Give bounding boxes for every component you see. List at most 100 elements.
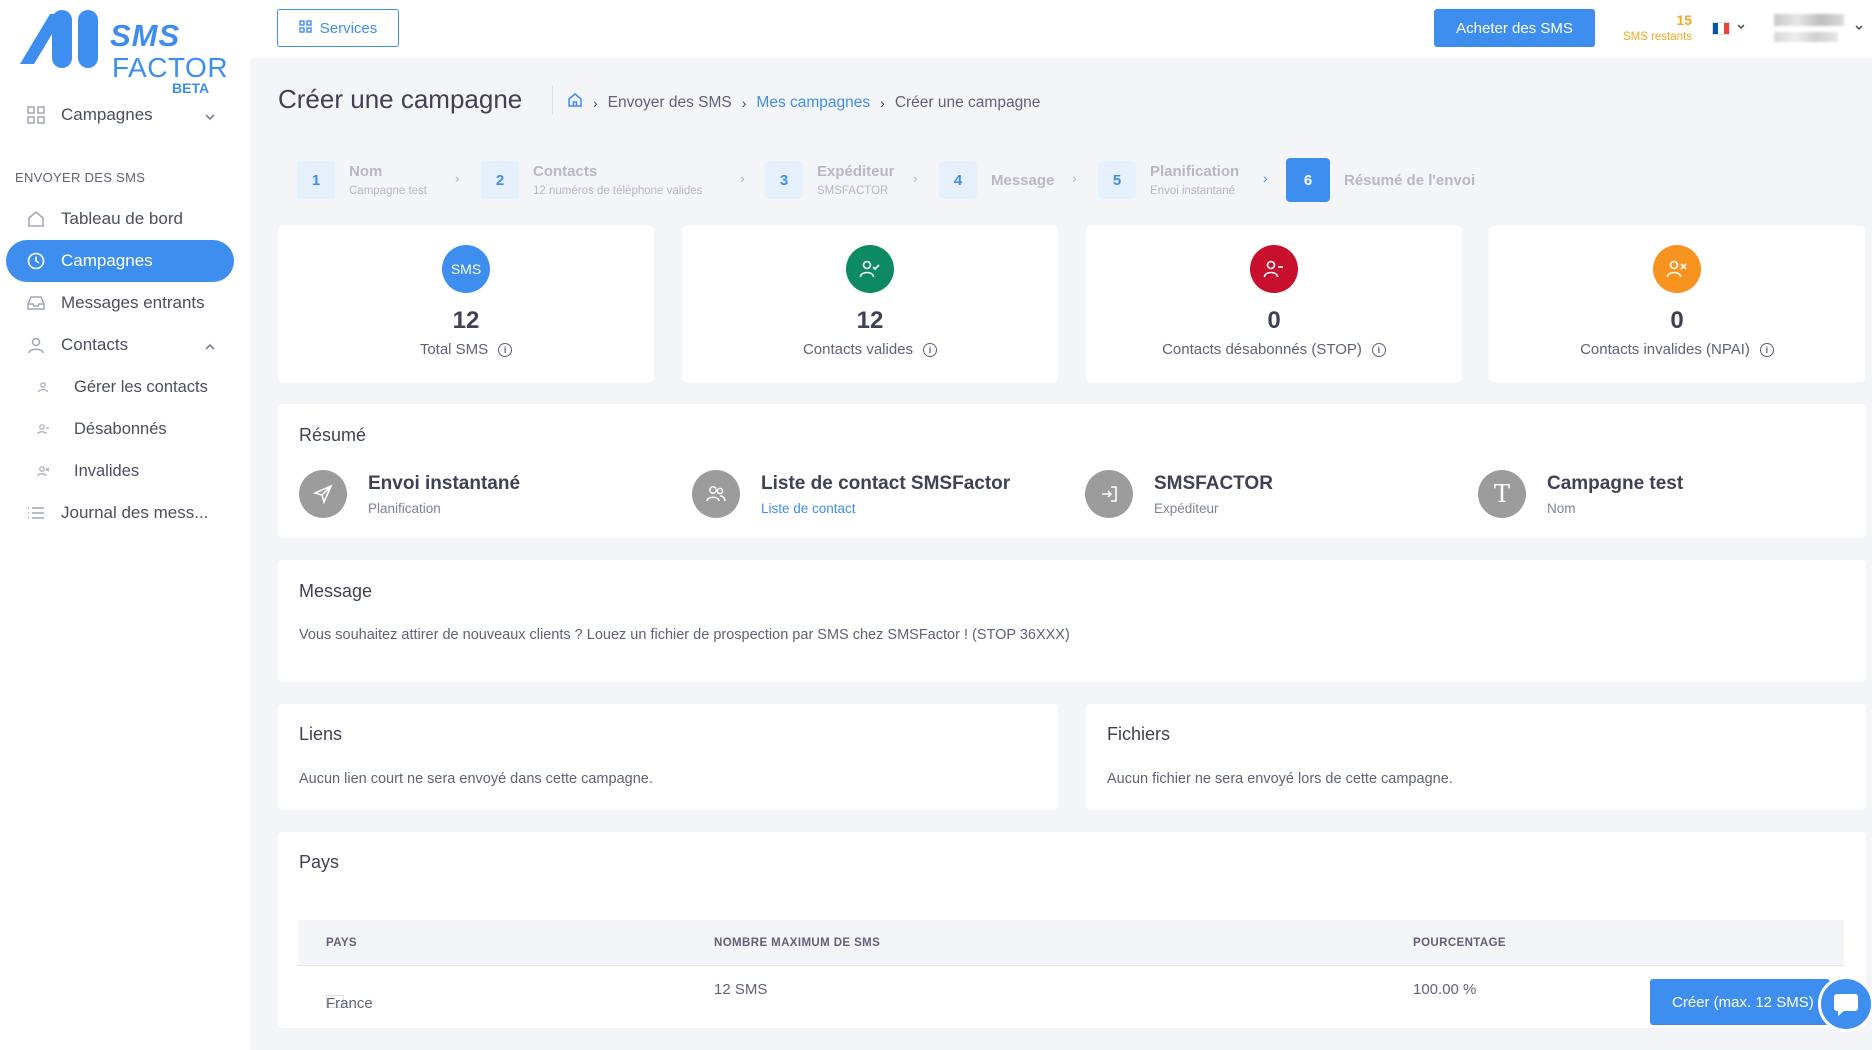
summary-value: Campagne test [1547,472,1684,494]
summary-item-contacts: Liste de contact SMSFactor Liste de cont… [692,470,1010,518]
user-menu[interactable] [1774,14,1844,42]
info-icon[interactable]: i [1759,342,1774,357]
info-icon[interactable]: i [923,342,938,357]
brand-sms: SMS [110,18,181,53]
user-minus-small-icon [36,422,50,436]
chat-icon[interactable] [1818,976,1872,1032]
links-text: Aucun lien court ne sera envoyé dans cet… [299,771,653,787]
grid-icon [26,105,46,125]
contact-list-link[interactable]: Liste de contact [761,501,1010,516]
sidebar-item-campagnes-top[interactable]: Campagnes [6,94,234,136]
step-title: Message [991,171,1055,189]
table-row: France 12 SMS 100.00 % [298,966,1844,1012]
links-card: Liens Aucun lien court ne sera envoyé da… [278,704,1058,810]
chevron-right-icon: › [1263,170,1268,186]
sidebar-item-tableau-de-bord[interactable]: Tableau de bord [6,198,234,240]
stat-label: Contacts valides [802,341,914,358]
step-number: 4 [939,161,977,199]
france-flag-icon [1712,21,1730,35]
stat-value: 0 [1670,307,1684,334]
step-title: Contacts [533,163,598,180]
stat-value: 12 [856,307,884,334]
sidebar-item-label: Invalides [74,461,140,480]
step-4[interactable]: 4 Message [939,161,1054,199]
message-title: Message [299,581,373,601]
step-6[interactable]: 6 Résumé de l'envoi [1286,158,1475,202]
step-number: 1 [297,161,335,199]
sms-remaining: 15 SMS restants [1610,12,1692,43]
step-subtitle: Campagne test [349,185,427,197]
chevron-down-icon[interactable] [1854,20,1864,38]
info-icon[interactable]: i [498,342,513,357]
step-title: Nom [349,163,383,180]
brand-factor: FACTOR [112,52,229,83]
message-text: Vous souhaitez attirer de nouveaux clien… [299,627,1070,643]
summary-label: Planification [368,500,441,516]
breadcrumb-item[interactable]: Mes campagnes [756,94,870,112]
breadcrumb-item[interactable]: Envoyer des SMS [608,94,732,112]
chevron-right-icon: › [913,170,918,186]
stat-label: Total SMS [419,341,489,358]
step-1[interactable]: 1 Nom Campagne test [297,161,427,199]
sms-remaining-label: SMS restants [1622,31,1692,43]
stat-card-contacts-invalides: 0 Contacts invalides (NPAI) i [1489,226,1865,382]
stat-card-contacts-valides: 12 Contacts valides i [682,226,1058,382]
blurred-username [1774,14,1844,26]
user-check-icon [846,245,894,293]
step-number: 5 [1098,161,1136,199]
logo-mark-icon [20,10,98,68]
column-header: NOMBRE MAXIMUM DE SMS [714,937,881,949]
files-text: Aucun fichier ne sera envoyé lors de cet… [1107,771,1453,787]
chevron-right-icon: › [1072,170,1077,186]
column-header: PAYS [326,937,358,949]
sidebar-item-journal[interactable]: Journal des mess... [6,492,234,534]
breadcrumb-separator: › [880,94,885,111]
breadcrumb-separator: › [741,94,747,111]
sidebar-item-label: Tableau de bord [61,209,183,228]
sms-remaining-count: 15 [1676,12,1692,28]
stat-label: Contacts désabonnés (STOP) [1162,341,1362,358]
summary-item-nom: T Campagne test Nom [1478,470,1683,518]
step-subtitle: Envoi instantané [1150,185,1236,197]
language-selector[interactable] [1712,19,1746,37]
text-t-icon: T [1478,470,1526,518]
sidebar-item-invalides[interactable]: Invalides [6,450,234,492]
column-header: POURCENTAGE [1413,937,1506,949]
step-subtitle: 12 numéros de téléphone valides [533,185,703,197]
list-icon [26,503,46,523]
files-card: Fichiers Aucun fichier ne sera envoyé lo… [1086,704,1866,810]
sidebar-item-campagnes[interactable]: Campagnes [6,240,234,282]
step-5[interactable]: 5 Planification Envoi instantané [1098,161,1239,199]
sidebar-item-desabonnes[interactable]: Désabonnés [6,408,234,450]
stat-card-total-sms: SMS 12 Total SMS i [278,226,654,382]
title-divider [552,86,553,114]
sidebar-item-label: Campagnes [61,105,153,124]
files-title: Fichiers [1107,724,1171,744]
message-card: Message Vous souhaitez attirer de nouvea… [278,560,1866,682]
summary-card: Résumé Envoi instantané Planification Li… [278,404,1866,538]
sidebar-item-messages-entrants[interactable]: Messages entrants [6,282,234,324]
home-icon[interactable] [567,92,583,113]
brand-logo[interactable]: SMS FACTOR BETA [16,8,228,96]
sidebar-item-contacts[interactable]: Contacts [6,324,234,366]
sidebar-item-gerer-contacts[interactable]: Gérer les contacts [6,366,234,408]
step-3[interactable]: 3 Expéditeur SMSFACTOR [765,161,895,199]
buy-sms-button[interactable]: Acheter des SMS [1434,9,1595,47]
countries-title: Pays [299,852,340,872]
clock-icon [26,251,46,271]
step-2[interactable]: 2 Contacts 12 numéros de téléphone valide… [481,161,702,199]
users-icon [692,470,740,518]
create-campaign-button[interactable]: Créer (max. 12 SMS) [1650,979,1830,1025]
section-title-envoyer: ENVOYER DES SMS [15,170,146,185]
links-title: Liens [299,724,343,744]
user-small-icon [36,380,50,394]
services-button[interactable]: Services [277,9,399,47]
info-icon[interactable]: i [1371,342,1386,357]
max-sms-cell: 12 SMS [714,981,768,998]
chevron-right-icon: › [455,170,460,186]
page-title: Créer une campagne [278,84,523,114]
summary-value: SMSFACTOR [1154,472,1273,494]
sidebar-item-label: Campagnes [61,251,153,270]
step-title: Expéditeur [817,163,895,180]
user-icon [26,335,46,355]
